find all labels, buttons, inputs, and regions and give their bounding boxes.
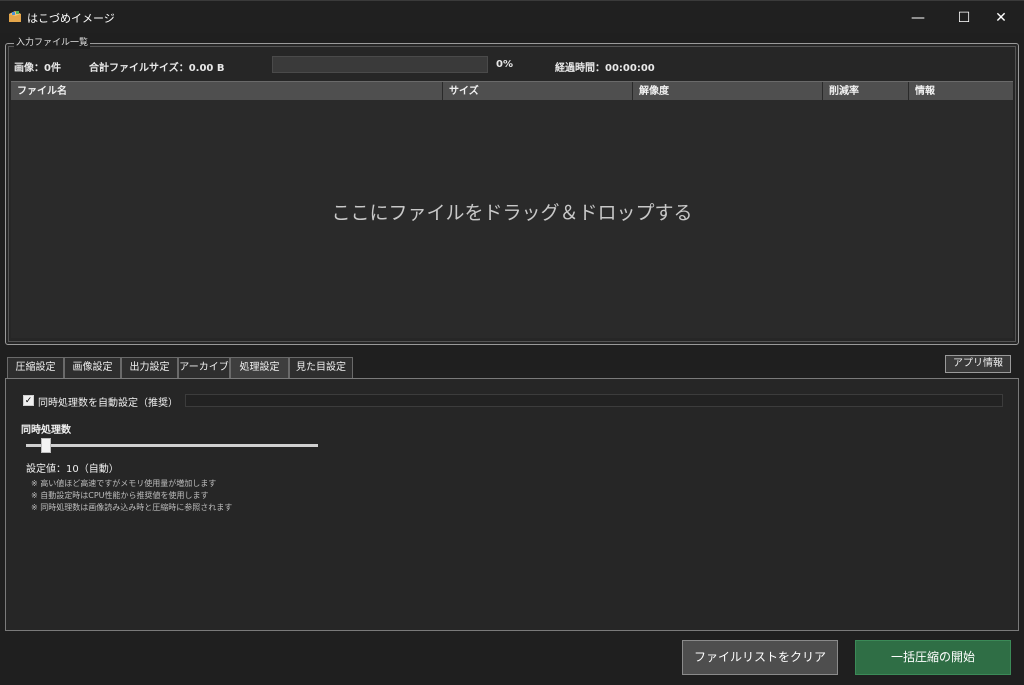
file-table-header: ファイル名 サイズ 解像度 削減率 情報 <box>11 81 1013 101</box>
note-usage: ※ 同時処理数は画像読み込み時と圧縮時に参照されます <box>31 503 233 512</box>
window-title: はこづめイメージ <box>27 12 115 25</box>
column-header-resolution[interactable]: 解像度 <box>633 82 823 101</box>
elapsed-time: 経過時間：00:00:00 <box>555 63 655 74</box>
app-info-button[interactable]: アプリ情報 <box>945 355 1011 373</box>
column-header-filename[interactable]: ファイル名 <box>11 82 443 101</box>
setting-value-text: 設定値：10（自動） <box>26 464 119 475</box>
auto-concurrency-label[interactable]: 同時処理数を自動設定（推奨） <box>38 394 178 409</box>
tab-appearance[interactable]: 見た目設定 <box>289 357 353 378</box>
note-memory: ※ 高い値ほど高速ですがメモリ使用量が増加します <box>31 479 217 488</box>
close-button[interactable]: ✕ <box>978 1 1024 34</box>
tab-image[interactable]: 画像設定 <box>64 357 121 378</box>
column-header-size[interactable]: サイズ <box>443 82 633 101</box>
tab-compression[interactable]: 圧縮設定 <box>7 357 64 378</box>
progress-bar <box>272 56 488 73</box>
clear-file-list-button[interactable]: ファイルリストをクリア <box>682 640 838 675</box>
progress-percent: 0% <box>496 59 513 70</box>
concurrency-slider-thumb[interactable] <box>41 438 51 453</box>
column-header-info[interactable]: 情報 <box>909 82 1013 101</box>
column-header-reduction[interactable]: 削減率 <box>823 82 909 101</box>
start-batch-compression-button[interactable]: 一括圧縮の開始 <box>855 640 1011 675</box>
total-file-size: 合計ファイルサイズ：0.00 B <box>89 63 225 74</box>
title-bar: はこづめイメージ — ☐ ✕ <box>0 0 1024 33</box>
minimize-button[interactable]: — <box>895 1 941 34</box>
checkbox-focus-box <box>185 394 1003 407</box>
app-box-icon <box>9 11 21 22</box>
auto-concurrency-checkbox[interactable]: ✓ <box>23 395 34 406</box>
tab-processing[interactable]: 処理設定 <box>230 357 289 378</box>
file-drop-area[interactable]: ここにファイルをドラッグ＆ドロップする <box>11 100 1013 338</box>
tab-output[interactable]: 出力設定 <box>121 357 178 378</box>
file-list-group-title: 入力ファイル一覧 <box>14 37 91 49</box>
concurrency-slider-track[interactable] <box>26 444 318 447</box>
drop-hint: ここにファイルをドラッグ＆ドロップする <box>331 202 693 224</box>
concurrency-label: 同時処理数 <box>21 425 71 436</box>
tab-archive[interactable]: アーカイブ <box>178 357 230 378</box>
note-auto-cpu: ※ 自動設定時はCPU性能から推奨値を使用します <box>31 491 209 500</box>
image-count: 画像：0件 <box>14 63 61 74</box>
